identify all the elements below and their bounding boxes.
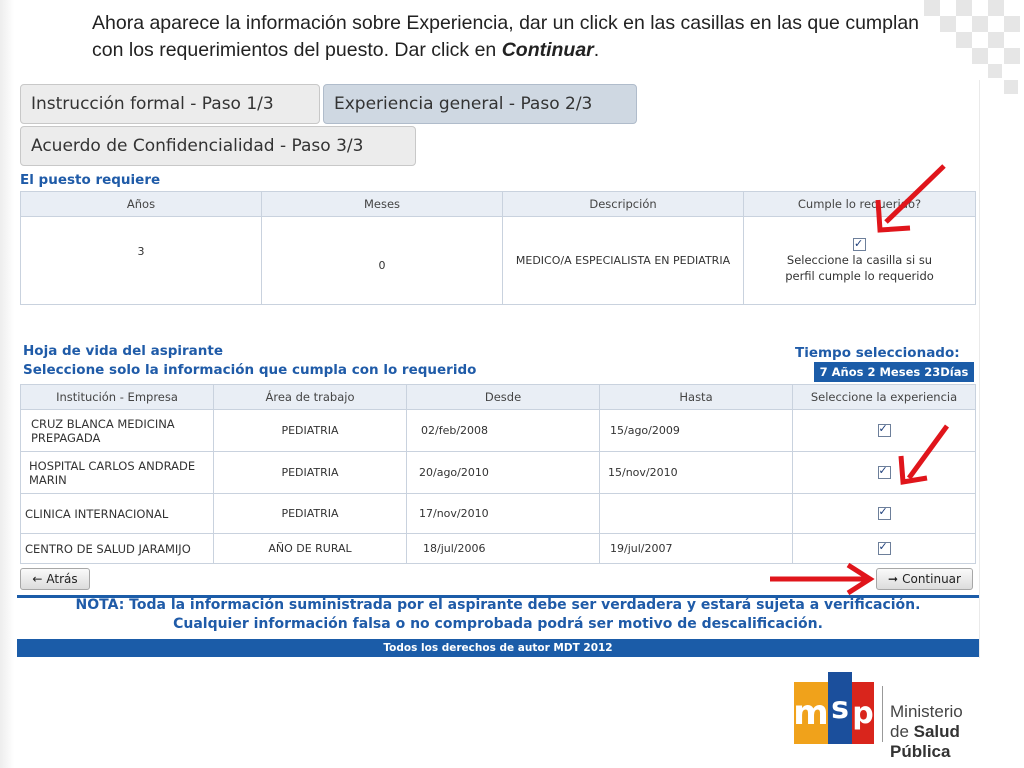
instruction-text: Ahora aparece la información sobre Exper… [92,12,920,61]
from-cell: 20/ago/2010 [406,451,600,494]
from-cell: 17/nov/2010 [406,493,600,534]
area-cell: AÑO DE RURAL [213,533,407,564]
to-cell: 15/nov/2010 [599,451,793,494]
time-months: 2 Meses [867,365,921,379]
requirement-table: Años Meses Descripción Cumple lo requeri… [20,191,976,305]
institution-cell: HOSPITAL CARLOS ANDRADE MARIN [20,451,214,494]
experience-checkbox[interactable] [877,464,891,480]
tab-experiencia-general[interactable]: Experiencia general - Paso 2/3 [323,84,637,124]
col-months: Meses [261,191,503,217]
logo-divider [882,686,883,742]
table-row: CLINICA INTERNACIONAL PEDIATRIA 17/nov/2… [20,493,976,534]
note-line-2: Cualquier información falsa o no comprob… [173,616,823,632]
time-selected-box: 7 Años 2 Meses 23Días [814,362,974,382]
table-row: CRUZ BLANCA MEDICINA PREPAGADA PEDIATRIA… [20,409,976,452]
continue-arrow-icon: ➞ [888,572,899,586]
requirement-hint: Seleccione la casilla si su perfil cumpl… [785,253,934,283]
table-row: HOSPITAL CARLOS ANDRADE MARIN PEDIATRIA … [20,451,976,494]
experience-header-row: Institución - Empresa Área de trabajo De… [20,384,976,410]
col-from: Desde [406,384,600,410]
table-row: CENTRO DE SALUD JARAMIJO AÑO DE RURAL 18… [20,533,976,564]
area-cell: PEDIATRIA [213,451,407,494]
time-days: 23Días [924,365,969,379]
to-cell [599,493,793,534]
time-years: 7 Años [819,365,864,379]
note-line-1: NOTA: Toda la información suministrada p… [75,597,921,613]
logo-text-line1: Ministerio [890,702,963,721]
logo-text-line2: de Salud Pública [890,722,960,761]
col-select-experience: Seleccione la experiencia [792,384,976,410]
area-cell: PEDIATRIA [213,493,407,534]
from-cell: 18/jul/2006 [406,533,600,564]
red-arrow-experience-icon [898,424,950,485]
tab-instruccion-formal[interactable]: Instrucción formal - Paso 1/3 [20,84,320,124]
continue-button[interactable]: ➞ Continuar [876,568,973,590]
to-cell: 19/jul/2007 [599,533,793,564]
requirement-row: 3 0 MEDICO/A ESPECIALISTA EN PEDIATRIA S… [20,216,976,305]
red-arrow-continue-icon [770,562,875,596]
to-cell: 15/ago/2009 [599,409,793,452]
time-selected-label: Tiempo seleccionado: [795,345,960,361]
requirement-description: MEDICO/A ESPECIALISTA EN PEDIATRIA [502,216,744,305]
footer-text: Todos los derechos de autor MDT 2012 [383,642,613,654]
col-area: Área de trabajo [213,384,407,410]
cv-subtitle: Seleccione solo la información que cumpl… [23,362,477,378]
col-years: Años [20,191,262,217]
red-arrow-requirement-icon [875,164,946,233]
institution-cell: CRUZ BLANCA MEDICINA PREPAGADA [20,409,214,452]
experience-checkbox[interactable] [877,505,891,521]
requirement-months: 0 [261,216,503,305]
requirement-years: 3 [20,216,262,305]
col-to: Hasta [599,384,793,410]
institution-cell: CENTRO DE SALUD JARAMIJO [20,533,214,564]
logo-letter-p: p [852,682,874,744]
institution-cell: CLINICA INTERNACIONAL [20,493,214,534]
cv-title: Hoja de vida del aspirante [23,343,224,359]
experience-checkbox[interactable] [877,422,891,438]
select-cell [792,493,976,534]
logo-letter-m: m [793,682,829,744]
requirement-title: El puesto requiere [20,172,161,188]
left-shade [0,0,14,768]
experience-table: Institución - Empresa Área de trabajo De… [20,384,976,564]
col-description: Descripción [502,191,744,217]
experience-checkbox[interactable] [877,540,891,556]
col-institution: Institución - Empresa [20,384,214,410]
logo-letter-s: s [828,672,852,744]
tab-acuerdo-confidencialidad[interactable]: Acuerdo de Confidencialidad - Paso 3/3 [20,126,416,166]
area-cell: PEDIATRIA [213,409,407,452]
ministerio-logo: m s p Ministerio de Salud Pública [793,672,1014,761]
from-cell: 02/feb/2008 [406,409,600,452]
back-arrow-icon: ← [32,572,43,586]
requirement-header-row: Años Meses Descripción Cumple lo requeri… [20,191,976,217]
requirement-checkbox[interactable] [853,236,866,252]
instruction-emphasis: Continuar [501,39,594,61]
select-cell [792,533,976,564]
back-button[interactable]: ← Atrás [20,568,90,590]
